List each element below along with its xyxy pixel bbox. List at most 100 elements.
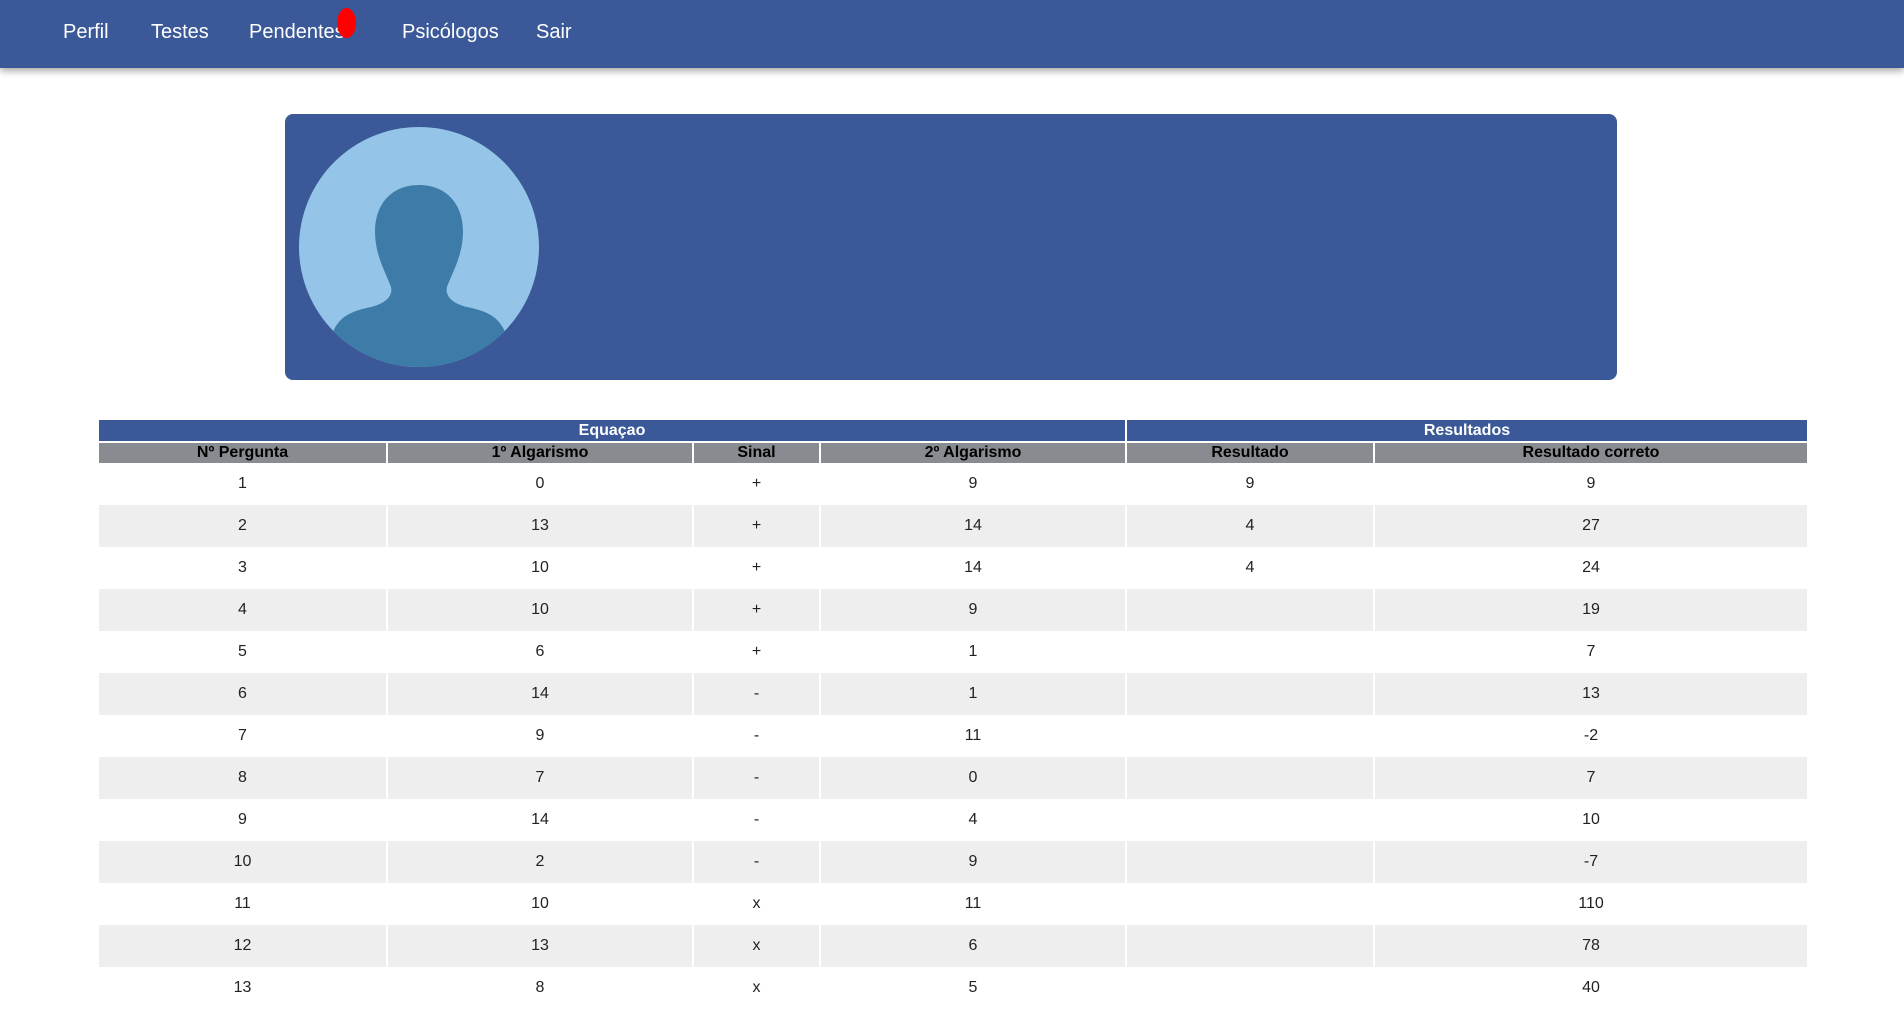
col-resultado-correto-header: Resultado correto — [1373, 442, 1809, 463]
col-algarismo-1-cell: 7 — [386, 757, 694, 799]
col-pergunta-cell: 3 — [97, 547, 388, 589]
col-algarismo-1-cell: 8 — [386, 967, 694, 1009]
col-sinal-header: Sinal — [692, 442, 821, 463]
col-algarismo-2-cell: 4 — [819, 799, 1127, 841]
col-resultado-correto-cell: 7 — [1373, 757, 1809, 799]
col-resultado-cell — [1125, 715, 1375, 757]
col-algarismo-1-cell: 13 — [386, 505, 694, 547]
col-algarismo-2-cell: 9 — [819, 589, 1127, 631]
table-row: 1 0 +9 9 9 — [97, 463, 1809, 505]
col-resultado-cell — [1125, 589, 1375, 631]
col-sinal-cell: - — [692, 841, 821, 883]
col-algarismo-1-cell: 10 — [386, 883, 694, 925]
col-sinal-cell: + — [692, 631, 821, 673]
col-sinal-cell: + — [692, 547, 821, 589]
col-pergunta-cell: 5 — [97, 631, 388, 673]
table-row: 5 6 +1 7 — [97, 631, 1809, 673]
col-algarismo-2-cell: 1 — [819, 631, 1127, 673]
col-resultado-correto-cell: 9 — [1373, 463, 1809, 505]
col-sinal-cell: x — [692, 883, 821, 925]
user-silhouette-icon — [299, 127, 539, 367]
col-pergunta-cell: 4 — [97, 589, 388, 631]
profile-card — [285, 114, 1617, 380]
table-row: 6 14-1 13 — [97, 673, 1809, 715]
table-row: 3 10 +14 4 24 — [97, 547, 1809, 589]
col-algarismo-2-cell: 1 — [819, 673, 1127, 715]
col-algarismo-1-cell: 2 — [386, 841, 694, 883]
col-algarismo-2-cell: 14 — [819, 547, 1127, 589]
table-row: 10 2-9 -7 — [97, 841, 1809, 883]
nav-sair[interactable]: Sair — [536, 21, 572, 44]
col-resultado-cell — [1125, 841, 1375, 883]
col-resultado-correto-cell: -2 — [1373, 715, 1809, 757]
col-pergunta-cell: 2 — [97, 505, 388, 547]
col-algarismo-1-header: 1º Algarismo — [386, 442, 694, 463]
col-algarismo-2-cell: 14 — [819, 505, 1127, 547]
col-algarismo-1-cell: 10 — [386, 589, 694, 631]
col-resultado-correto-cell: -7 — [1373, 841, 1809, 883]
col-pergunta-cell: 9 — [97, 799, 388, 841]
col-resultado-cell — [1125, 799, 1375, 841]
col-algarismo-2-cell: 9 — [819, 841, 1127, 883]
table-row: 12 13 x 6 78 — [97, 925, 1809, 967]
nav-testes[interactable]: Testes — [151, 21, 209, 44]
col-resultado-correto-cell: 78 — [1373, 925, 1809, 967]
col-resultado-correto-cell: 7 — [1373, 631, 1809, 673]
col-resultado-correto-cell: 110 — [1373, 883, 1809, 925]
col-algarismo-1-cell: 10 — [386, 547, 694, 589]
col-resultado-correto-cell: 19 — [1373, 589, 1809, 631]
col-algarismo-2-cell: 11 — [819, 883, 1127, 925]
col-pergunta-cell: 6 — [97, 673, 388, 715]
col-resultado-cell — [1125, 757, 1375, 799]
col-sinal-cell: - — [692, 715, 821, 757]
col-resultado-cell — [1125, 631, 1375, 673]
col-pergunta-cell: 13 — [97, 967, 388, 1009]
col-pergunta-cell: 1 — [97, 463, 388, 505]
col-resultado-cell — [1125, 925, 1375, 967]
col-sinal-cell: - — [692, 757, 821, 799]
col-algarismo-2-cell: 9 — [819, 463, 1127, 505]
col-resultado-cell: 9 — [1125, 463, 1375, 505]
table-row: 7 9-11 -2 — [97, 715, 1809, 757]
col-algarismo-1-cell: 14 — [386, 673, 694, 715]
col-algarismo-1-cell: 9 — [386, 715, 694, 757]
results-table: Equaçao Resultados Nº Pergunta 1º Algaris… — [97, 420, 1809, 1009]
group-header-resultados: Resultados — [1125, 420, 1809, 443]
col-algarismo-1-cell: 14 — [386, 799, 694, 841]
col-sinal-cell: x — [692, 925, 821, 967]
nav-pendentes[interactable]: Pendentes — [249, 21, 345, 44]
notification-badge — [337, 8, 356, 38]
nav-perfil[interactable]: Perfil — [63, 21, 109, 44]
col-resultado-cell — [1125, 673, 1375, 715]
col-algarismo-2-header: 2º Algarismo — [819, 442, 1127, 463]
col-sinal-cell: - — [692, 799, 821, 841]
col-pergunta-cell: 11 — [97, 883, 388, 925]
col-sinal-cell: + — [692, 589, 821, 631]
col-pergunta-cell: 7 — [97, 715, 388, 757]
nav-psicologos[interactable]: Psicólogos — [402, 21, 499, 44]
table-row: 9 14-4 10 — [97, 799, 1809, 841]
table-row: 4 10 +9 19 — [97, 589, 1809, 631]
col-resultado-cell: 4 — [1125, 505, 1375, 547]
col-resultado-cell: 4 — [1125, 547, 1375, 589]
col-resultado-correto-cell: 40 — [1373, 967, 1809, 1009]
col-resultado-correto-cell: 13 — [1373, 673, 1809, 715]
col-resultado-header: Resultado — [1125, 442, 1375, 463]
col-algarismo-2-cell: 0 — [819, 757, 1127, 799]
col-resultado-correto-cell: 10 — [1373, 799, 1809, 841]
col-pergunta-header: Nº Pergunta — [97, 442, 388, 463]
table-row: 2 13 +14 4 27 — [97, 505, 1809, 547]
col-resultado-correto-cell: 27 — [1373, 505, 1809, 547]
col-algarismo-1-cell: 0 — [386, 463, 694, 505]
top-navbar: Perfil Testes Pendentes Psicólogos Sair — [0, 0, 1904, 68]
col-sinal-cell: + — [692, 463, 821, 505]
col-algarismo-1-cell: 13 — [386, 925, 694, 967]
table-row: 13 8 x 5 40 — [97, 967, 1809, 1009]
group-header-equacao: Equaçao — [97, 420, 1127, 443]
col-algarismo-2-cell: 6 — [819, 925, 1127, 967]
col-sinal-cell: + — [692, 505, 821, 547]
col-sinal-cell: x — [692, 967, 821, 1009]
col-resultado-cell — [1125, 967, 1375, 1009]
col-pergunta-cell: 8 — [97, 757, 388, 799]
table-row: 87-07 — [97, 757, 1809, 799]
